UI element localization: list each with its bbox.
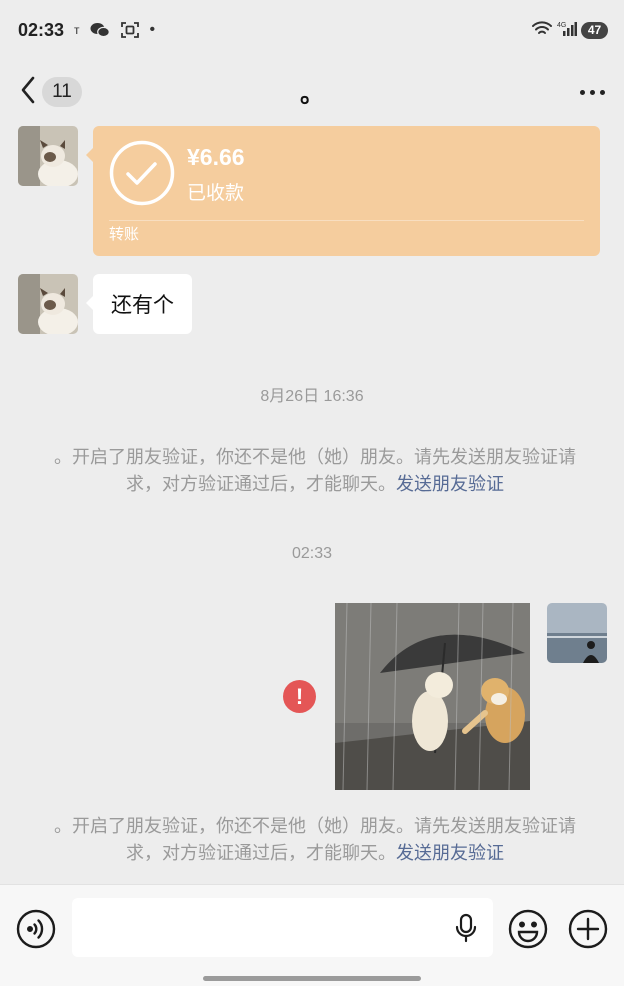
- message-timestamp: 02:33: [291, 545, 333, 562]
- emoji-button[interactable]: [508, 909, 548, 949]
- message-timestamp: 8月26日 16:36: [260, 388, 364, 405]
- message-input[interactable]: [72, 898, 493, 957]
- scan-icon: [120, 22, 140, 38]
- status-dot: •: [149, 21, 156, 38]
- voice-mode-button[interactable]: [16, 909, 56, 949]
- chat-header: 11 。: [0, 60, 624, 122]
- more-functions-button[interactable]: [568, 909, 608, 949]
- contact-avatar[interactable]: [18, 126, 78, 186]
- send-failed-icon[interactable]: !: [283, 680, 316, 713]
- status-right: 4G 47: [531, 20, 608, 41]
- chat-title: 。: [300, 80, 324, 108]
- wechat-icon: [90, 22, 110, 38]
- transfer-message-card[interactable]: ¥6.66 已收款 转账: [86, 126, 600, 256]
- send-verification-link[interactable]: 发送朋友验证: [396, 843, 504, 864]
- wifi-icon: [531, 20, 553, 41]
- transfer-label: 转账: [109, 225, 140, 243]
- status-indicator: ᴛ: [74, 23, 80, 37]
- transfer-divider: [109, 220, 584, 221]
- status-bar: 02:33 ᴛ • 4G 47: [0, 0, 624, 60]
- cell-signal-icon: 4G: [557, 20, 577, 41]
- check-circle-icon: [109, 140, 175, 206]
- contact-avatar[interactable]: [18, 274, 78, 334]
- transfer-amount: ¥6.66: [187, 144, 245, 170]
- transfer-status: 已收款: [187, 182, 245, 204]
- home-indicator[interactable]: [203, 976, 421, 981]
- input-bar: [0, 884, 624, 986]
- more-dot: [599, 89, 605, 95]
- text-message-bubble[interactable]: 还有个: [86, 274, 192, 334]
- signal-label: 4G: [557, 22, 566, 29]
- voice-mode-icon: [16, 909, 56, 949]
- microphone-icon[interactable]: [452, 913, 480, 943]
- status-time: 02:33: [18, 19, 65, 40]
- plus-icon: [568, 909, 608, 949]
- my-avatar[interactable]: [547, 603, 607, 663]
- system-notice: 。开启了朋友验证，你还不是他（她）朋友。请先发送朋友验证请求，对方验证通过后，才…: [50, 813, 580, 867]
- battery-indicator: 47: [581, 21, 608, 39]
- more-dot: [589, 89, 595, 95]
- more-options-button[interactable]: [574, 78, 610, 106]
- emoji-icon: [508, 909, 548, 949]
- more-dots-icon: [579, 89, 585, 95]
- system-notice: 。开启了朋友验证，你还不是他（她）朋友。请先发送朋友验证请求，对方验证通过后，才…: [50, 444, 580, 498]
- sent-image-message[interactable]: [335, 603, 530, 790]
- send-verification-link[interactable]: 发送朋友验证: [396, 474, 504, 495]
- status-left: 02:33 ᴛ •: [18, 20, 155, 41]
